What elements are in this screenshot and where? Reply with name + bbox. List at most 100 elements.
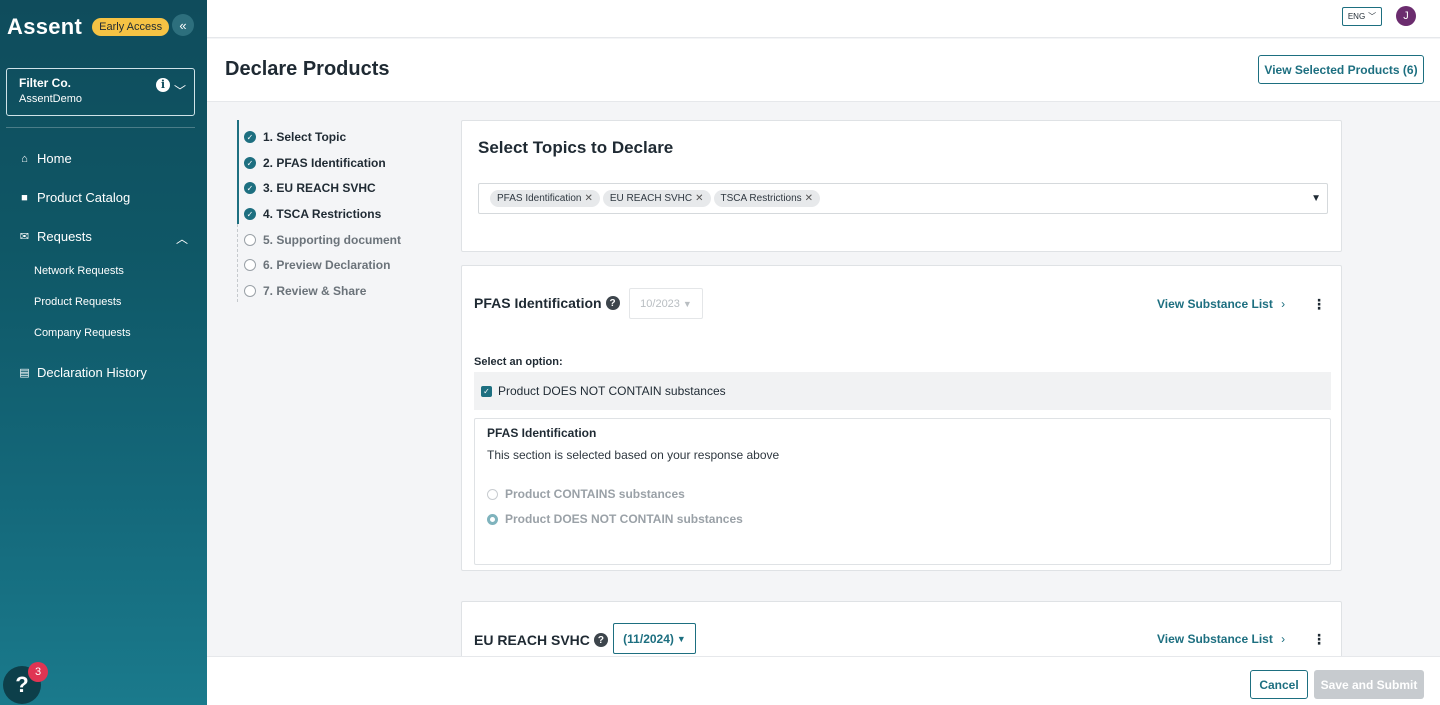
caret-down-icon: ▼ bbox=[676, 633, 686, 644]
caret-down-icon: ▼ bbox=[682, 298, 692, 309]
check-icon: ✓ bbox=[244, 131, 256, 143]
chevron-down-icon: ﹀ bbox=[1368, 12, 1377, 21]
more-options-icon[interactable]: ⋮ bbox=[1312, 631, 1326, 648]
step-tsca-restrictions[interactable]: ✓ 4. TSCA Restrictions bbox=[244, 207, 381, 221]
action-footer: Cancel Save and Submit bbox=[207, 656, 1440, 705]
sidebar-item-product-catalog[interactable]: ■ Product Catalog bbox=[18, 190, 130, 205]
select-topics-card: Select Topics to Declare PFAS Identifica… bbox=[461, 120, 1342, 252]
close-icon[interactable]: ✕ bbox=[805, 193, 813, 204]
sidebar-item-home[interactable]: ⌂ Home bbox=[18, 151, 72, 166]
topic-chip: TSCA Restrictions ✕ bbox=[713, 190, 821, 207]
sidebar-item-label: Product Catalog bbox=[37, 190, 131, 205]
brand: Assent Early Access bbox=[7, 14, 170, 40]
brand-logo: Assent bbox=[7, 14, 83, 39]
section-title: PFAS Identification ? bbox=[474, 295, 620, 311]
collapse-sidebar-button[interactable]: « bbox=[172, 14, 194, 36]
home-icon: ⌂ bbox=[21, 152, 28, 165]
step-label: 1. Select Topic bbox=[263, 130, 347, 144]
step-label: 6. Preview Declaration bbox=[263, 258, 391, 272]
check-icon: ✓ bbox=[244, 208, 256, 220]
topic-chip: PFAS Identification ✕ bbox=[490, 190, 600, 207]
sidebar-subitem-network-requests[interactable]: Network Requests bbox=[34, 265, 124, 277]
step-supporting-document[interactable]: 5. Supporting document bbox=[244, 233, 401, 247]
view-selected-products-button[interactable]: View Selected Products (6) bbox=[1258, 55, 1424, 84]
help-circle-icon[interactable]: ? bbox=[605, 296, 620, 310]
document-icon: ▤ bbox=[19, 367, 30, 379]
view-substance-list-link[interactable]: View Substance List › bbox=[1157, 632, 1285, 646]
close-icon[interactable]: ✕ bbox=[695, 193, 703, 204]
sidebar-item-label: Home bbox=[37, 151, 72, 166]
sidebar-subitem-company-requests[interactable]: Company Requests bbox=[34, 327, 131, 339]
radio-does-not-contain[interactable]: Product DOES NOT CONTAIN substances bbox=[487, 512, 743, 526]
view-substance-list-link[interactable]: View Substance List › bbox=[1157, 297, 1285, 311]
checkbox-checked-icon[interactable]: ✓ bbox=[481, 385, 492, 397]
version-select: 10/2023 ▼ bbox=[629, 288, 703, 319]
help-circle-icon[interactable]: ? bbox=[593, 633, 608, 647]
sidebar-divider bbox=[6, 127, 195, 128]
empty-circle-icon bbox=[244, 259, 256, 271]
subsection-title: PFAS Identification bbox=[487, 426, 597, 440]
chevron-right-icon: › bbox=[1281, 632, 1286, 646]
language-selector[interactable]: ENG ﹀ bbox=[1342, 7, 1382, 26]
box-icon: ■ bbox=[21, 191, 28, 204]
radio-label: Product DOES NOT CONTAIN substances bbox=[505, 512, 743, 526]
eu-reach-svhc-card: EU REACH SVHC ? (11/2024) ▼ View Substan… bbox=[461, 601, 1342, 661]
topics-multiselect[interactable]: PFAS Identification ✕ EU REACH SVHC ✕ TS… bbox=[478, 183, 1328, 214]
empty-circle-icon bbox=[244, 234, 256, 246]
page-header: Declare Products View Selected Products … bbox=[207, 39, 1440, 102]
step-preview-declaration[interactable]: 6. Preview Declaration bbox=[244, 258, 390, 272]
step-label: 7. Review & Share bbox=[263, 284, 367, 298]
top-bar: ENG ﹀ J bbox=[207, 0, 1440, 38]
close-icon[interactable]: ✕ bbox=[585, 193, 593, 204]
sidebar: Assent Early Access « Filter Co. AssentD… bbox=[0, 0, 207, 705]
chevron-right-icon: › bbox=[1281, 297, 1286, 311]
cancel-button[interactable]: Cancel bbox=[1250, 670, 1308, 699]
pfas-identification-card: PFAS Identification ? 10/2023 ▼ View Sub… bbox=[461, 265, 1342, 571]
version-select[interactable]: (11/2024) ▼ bbox=[613, 623, 696, 654]
avatar[interactable]: J bbox=[1396, 6, 1416, 26]
radio-unchecked-icon bbox=[487, 488, 498, 500]
early-access-badge: Early Access bbox=[92, 18, 170, 36]
step-label: 4. TSCA Restrictions bbox=[263, 207, 382, 221]
save-and-submit-button[interactable]: Save and Submit bbox=[1314, 670, 1424, 699]
check-icon: ✓ bbox=[244, 157, 256, 169]
step-review-share[interactable]: 7. Review & Share bbox=[244, 284, 366, 298]
section-title-text: EU REACH SVHC bbox=[474, 632, 590, 648]
more-options-icon[interactable]: ⋮ bbox=[1312, 296, 1326, 313]
step-eu-reach-svhc[interactable]: ✓ 3. EU REACH SVHC bbox=[244, 181, 376, 195]
organization-selector[interactable]: Filter Co. AssentDemo i ﹀ bbox=[6, 68, 195, 116]
radio-checked-icon bbox=[487, 513, 498, 525]
page-title: Declare Products bbox=[225, 58, 390, 80]
double-chevron-left-icon: « bbox=[179, 17, 187, 33]
sidebar-subitem-product-requests[interactable]: Product Requests bbox=[34, 296, 121, 308]
checkbox-label: Product DOES NOT CONTAIN substances bbox=[498, 384, 726, 398]
sidebar-item-requests[interactable]: ✉ Requests bbox=[18, 229, 92, 244]
radio-contains[interactable]: Product CONTAINS substances bbox=[487, 487, 685, 501]
step-pfas-identification[interactable]: ✓ 2. PFAS Identification bbox=[244, 156, 386, 170]
section-title: EU REACH SVHC ? bbox=[474, 632, 608, 648]
chip-label: PFAS Identification bbox=[497, 193, 582, 204]
caret-down-icon[interactable]: ▼ bbox=[1311, 193, 1321, 204]
select-option-label: Select an option: bbox=[474, 356, 563, 368]
notification-count-badge: 3 bbox=[28, 662, 48, 682]
link-label: View Substance List bbox=[1157, 297, 1273, 311]
chip-label: EU REACH SVHC bbox=[609, 193, 693, 204]
sidebar-item-label: Requests bbox=[37, 229, 92, 244]
sidebar-item-declaration-history[interactable]: ▤ Declaration History bbox=[18, 365, 147, 380]
step-label: 3. EU REACH SVHC bbox=[263, 181, 376, 195]
step-label: 5. Supporting document bbox=[263, 233, 401, 247]
subsection-description: This section is selected based on your r… bbox=[487, 448, 780, 462]
pfas-response-box: PFAS Identification This section is sele… bbox=[474, 418, 1331, 565]
chevron-down-icon: ﹀ bbox=[173, 84, 186, 98]
chip-label: TSCA Restrictions bbox=[720, 193, 802, 204]
envelope-icon: ✉ bbox=[19, 231, 30, 243]
stepper-remaining-line bbox=[237, 224, 238, 302]
radio-label: Product CONTAINS substances bbox=[505, 487, 685, 501]
chevron-up-icon[interactable]: ︿ bbox=[176, 230, 188, 247]
info-icon[interactable]: i bbox=[156, 78, 170, 92]
org-subname: AssentDemo bbox=[19, 93, 82, 105]
language-label: ENG bbox=[1347, 12, 1366, 21]
does-not-contain-checkbox-row[interactable]: ✓ Product DOES NOT CONTAIN substances bbox=[474, 372, 1331, 410]
link-label: View Substance List bbox=[1157, 632, 1273, 646]
step-select-topic[interactable]: ✓ 1. Select Topic bbox=[244, 130, 346, 144]
